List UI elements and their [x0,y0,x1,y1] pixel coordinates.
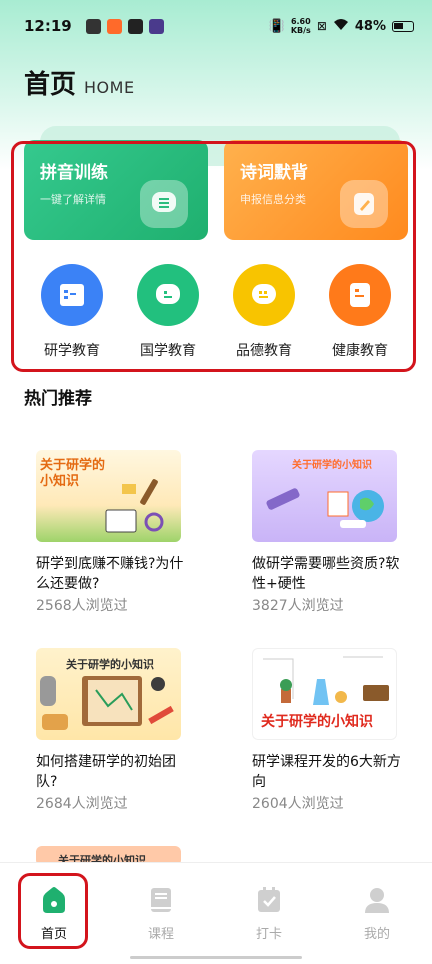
article-views: 2604人浏览过 [252,796,344,812]
tab-courses[interactable]: 课程 [131,885,191,942]
article-thumbnail: 关于研学的小知识 [252,450,397,542]
vibrate-icon: 📳 [268,18,285,34]
status-time: 12:19 [24,17,72,35]
page-title-en: HOME [84,78,135,97]
tab-checkin[interactable]: 打卡 [239,885,299,942]
article-card[interactable]: 关于研学的小知识 如何搭建研学的初始团队? 2684人浏览过 [36,648,196,813]
net-speed-value: 6.60 [290,17,311,26]
illustration-notebook [40,676,174,730]
battery-text: 48% [354,18,386,34]
article-title: 如何搭建研学的初始团队? [36,754,176,790]
article-title: 做研学需要哪些资质?软性+硬性 [252,556,400,592]
calendar-check-icon [258,887,280,912]
page-title: 首页 HOME [24,64,135,101]
article-views: 2684人浏览过 [36,796,128,812]
home-indicator [130,956,302,959]
notification-app-icon [148,18,164,34]
notification-app-icon [106,18,122,34]
article-card[interactable]: 关于研学的小知识 研学课程开发的6大新方向 2604人浏览过 [252,648,412,813]
user-icon [365,888,389,913]
article-thumbnail: 关于研学的小知识 [252,648,397,740]
tab-profile[interactable]: 我的 [347,885,407,942]
tab-label: 课程 [147,927,174,942]
article-views: 3827人浏览过 [252,598,344,614]
book-icon [151,888,171,912]
article-card[interactable]: 关于研学的小知识 研学到底赚不赚钱?为什么还要做? 2568人浏览过 [36,450,196,615]
article-thumbnail: 关于研学的小知识 [36,648,181,740]
illustration-stars [266,488,384,528]
thumbnail-caption: 关于研学的小知识 [292,460,372,471]
highlight-box [18,873,88,949]
article-title: 研学课程开发的6大新方向 [252,754,401,790]
highlight-box [11,141,416,372]
battery-icon [392,20,414,32]
notification-app-icon [85,18,101,34]
article-thumbnail: 关于研学的小知识 [36,450,181,542]
tab-label: 打卡 [255,927,282,942]
tab-label: 我的 [363,927,390,942]
no-sim-icon: ⊠ [316,19,327,33]
article-card[interactable]: 关于研学的小知识 做研学需要哪些资质?软性+硬性 3827人浏览过 [252,450,412,615]
thumbnail-caption: 关于研学的小知识 [261,714,373,730]
wifi-icon [333,18,349,35]
article-views: 2568人浏览过 [36,598,128,614]
article-title: 研学到底赚不赚钱?为什么还要做? [36,556,184,592]
page-title-cn: 首页 [24,70,77,100]
net-speed: 6.60 KB/s [291,17,311,35]
notification-app-icon [127,18,143,34]
net-speed-unit: KB/s [290,26,311,35]
status-bar: 12:19 📳 6.60 KB/s ⊠ 48% [0,0,432,52]
section-title: 热门推荐 [24,389,92,409]
illustration-tools [105,479,164,533]
